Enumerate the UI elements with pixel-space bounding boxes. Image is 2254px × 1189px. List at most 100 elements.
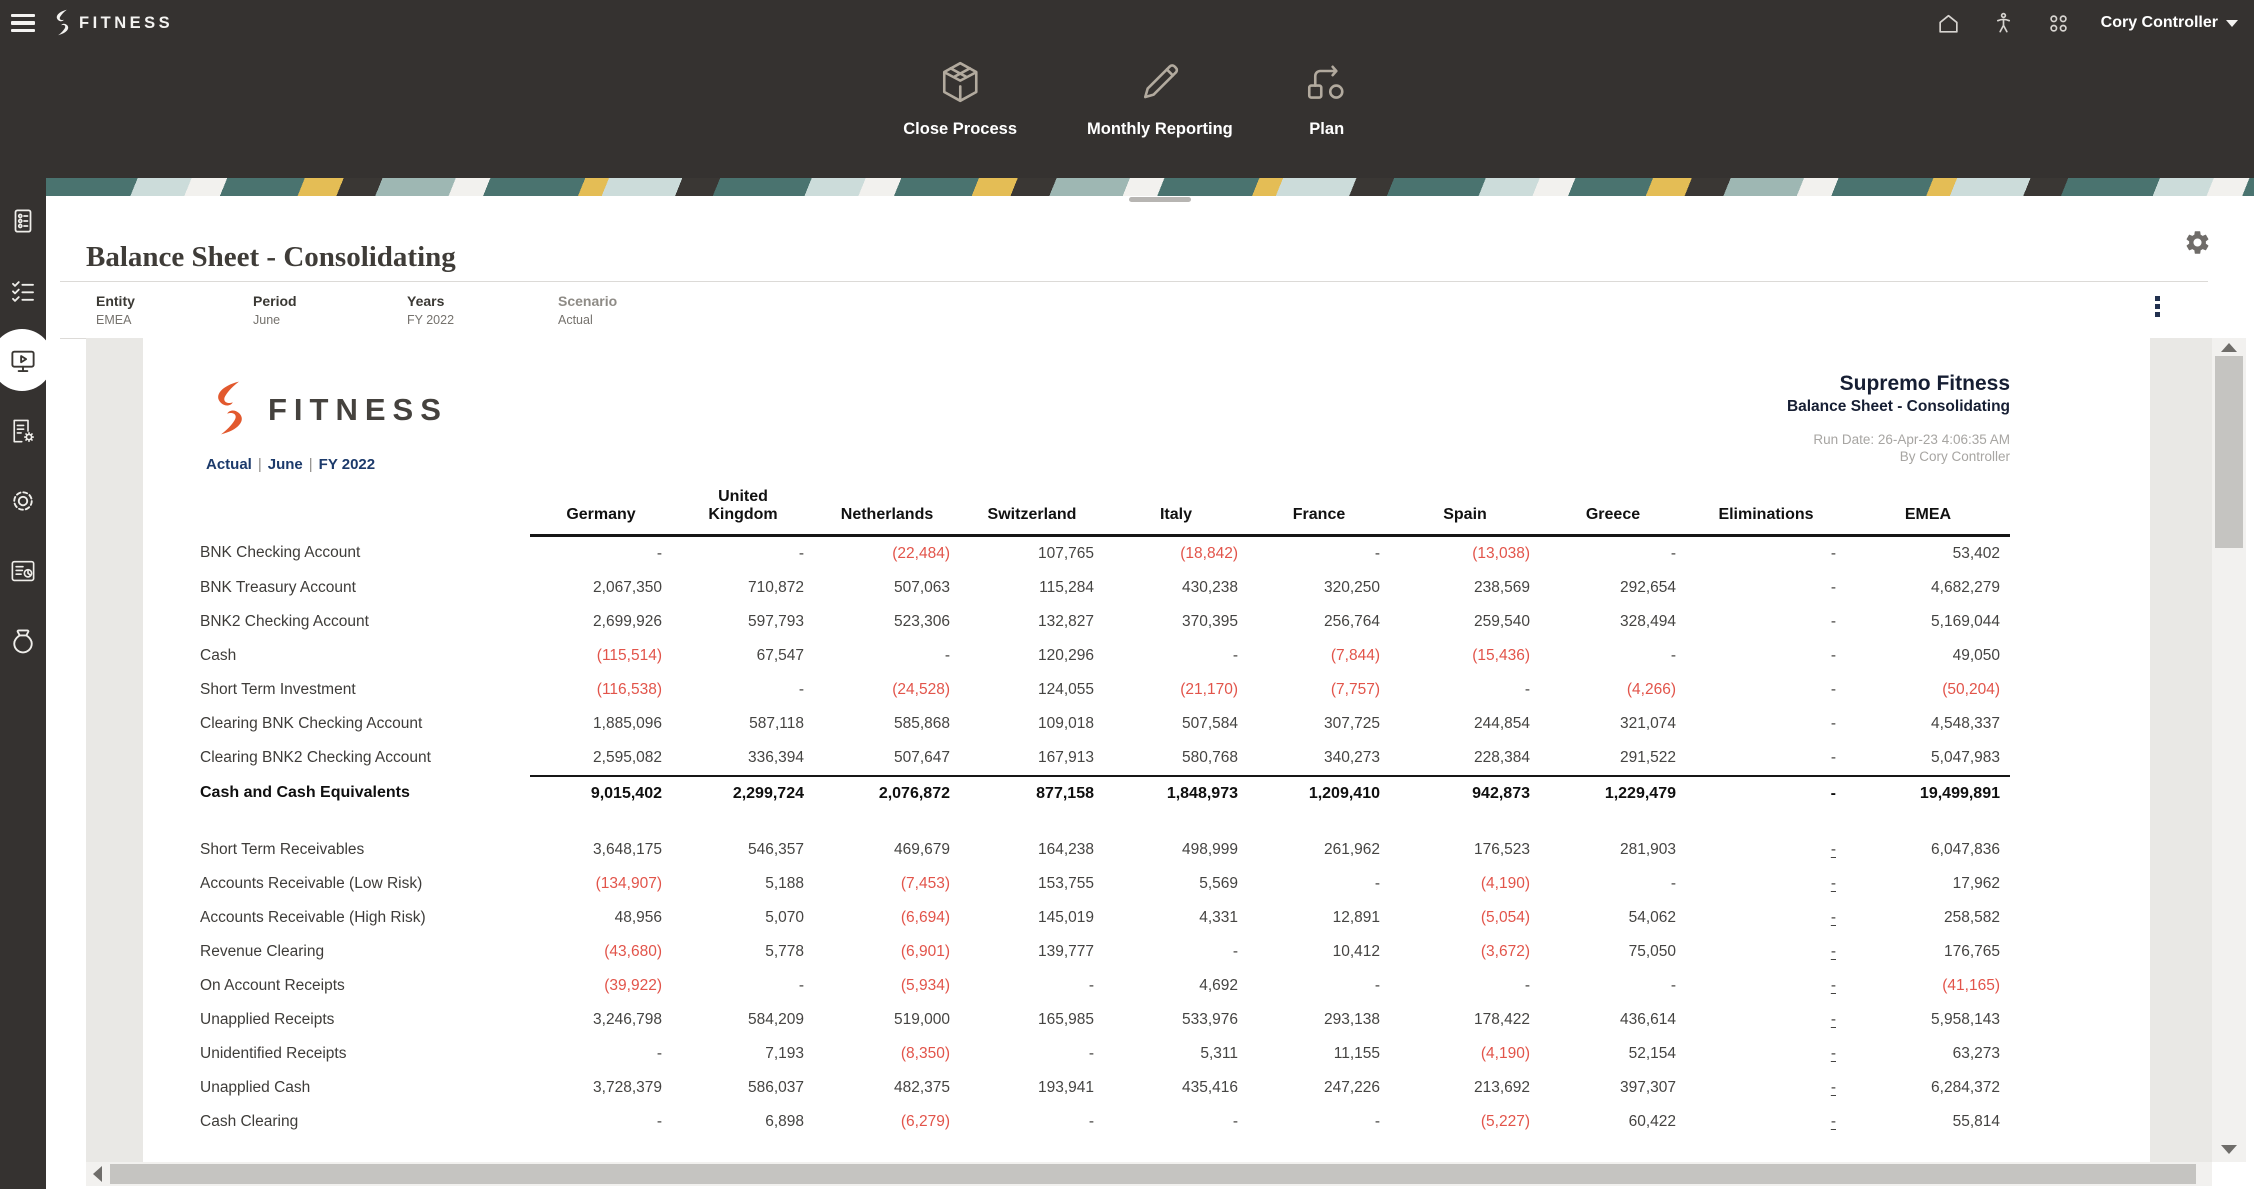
cell-spain: (4,190) [1390, 867, 1540, 901]
cell-france: (7,844) [1248, 639, 1390, 673]
cell-spain: 259,540 [1390, 605, 1540, 639]
report-chart-icon [8, 556, 38, 586]
cell-italy: 370,395 [1104, 605, 1248, 639]
column-header-greece: Greece [1540, 488, 1686, 535]
cell-eliminations: - [1686, 776, 1846, 811]
user-name: Cory Controller [2101, 14, 2218, 32]
sidebar-item-funds[interactable] [0, 606, 46, 676]
sidebar-item-task-list[interactable] [0, 256, 46, 326]
cell-eliminations[interactable]: - [1686, 969, 1846, 1003]
cell-germany: - [530, 1037, 672, 1071]
cell-eliminations[interactable]: - [1686, 867, 1846, 901]
table-row: Unapplied Receipts3,246,798584,209519,00… [200, 1003, 2010, 1037]
row-label: Clearing BNK Checking Account [200, 707, 530, 741]
pov-bar: Entity EMEAPeriod JuneYears FY 2022Scena… [60, 281, 2208, 339]
pov-dim-label: Period [253, 293, 407, 309]
pov-dim-scenario[interactable]: Scenario Actual [558, 293, 858, 327]
pov-dim-value: FY 2022 [407, 313, 558, 327]
cell-eliminations[interactable]: - [1686, 1003, 1846, 1037]
nav-close-process[interactable]: Close Process [903, 58, 1017, 139]
cell-france: 261,962 [1248, 833, 1390, 867]
cell-eliminations[interactable]: - [1686, 833, 1846, 867]
cell-italy: 580,768 [1104, 741, 1248, 776]
column-header-united-kingdom: United Kingdom [672, 488, 814, 535]
cell-germany: 48,956 [530, 901, 672, 935]
nav-monthly-reporting[interactable]: Monthly Reporting [1087, 58, 1233, 139]
cell-italy: 4,692 [1104, 969, 1248, 1003]
cube-icon [936, 58, 984, 106]
report-run-by: By Cory Controller [1787, 449, 2010, 464]
cell-france: 247,226 [1248, 1071, 1390, 1105]
vertical-scroll-thumb[interactable] [2215, 356, 2243, 548]
sidebar-item-process-status[interactable] [0, 186, 46, 256]
doc-gear-icon [8, 416, 38, 446]
cell-eliminations[interactable]: - [1686, 935, 1846, 969]
hamburger-menu-icon[interactable] [11, 14, 35, 32]
cell-switzerland: - [960, 1037, 1104, 1071]
horizontal-scrollbar[interactable] [86, 1162, 2212, 1186]
scroll-left-arrow-icon[interactable] [93, 1166, 102, 1182]
pov-dim-years[interactable]: Years FY 2022 [407, 293, 558, 327]
cell-france: 10,412 [1248, 935, 1390, 969]
cell-france: 293,138 [1248, 1003, 1390, 1037]
cell-united-kingdom: 587,118 [672, 707, 814, 741]
cell-switzerland: 165,985 [960, 1003, 1104, 1037]
cell-eliminations: - [1686, 707, 1846, 741]
vertical-scrollbar[interactable] [2212, 338, 2246, 1162]
cell-switzerland: 167,913 [960, 741, 1104, 776]
cell-greece: 54,062 [1540, 901, 1686, 935]
table-row: BNK Checking Account--(22,484)107,765(18… [200, 535, 2010, 571]
pov-dim-period[interactable]: Period June [253, 293, 407, 327]
pov-kebab-menu-icon[interactable] [2150, 296, 2164, 317]
accessibility-icon[interactable] [1991, 11, 2016, 36]
apps-waffle-icon[interactable] [2046, 11, 2071, 36]
cell-netherlands: 585,868 [814, 707, 960, 741]
sidebar-item-settings[interactable] [0, 466, 46, 536]
cell-eliminations[interactable]: - [1686, 1105, 1846, 1139]
brand-logo: FITNESS [49, 9, 173, 38]
cell-france: 307,725 [1248, 707, 1390, 741]
sidebar-item-reports[interactable] [0, 536, 46, 606]
home-icon[interactable] [1936, 11, 1961, 36]
cell-italy: 533,976 [1104, 1003, 1248, 1037]
collapse-handle[interactable] [1129, 197, 1191, 202]
scroll-down-arrow-icon[interactable] [2221, 1145, 2237, 1154]
cell-emea: 5,169,044 [1846, 605, 2010, 639]
cell-eliminations[interactable]: - [1686, 1037, 1846, 1071]
nav-plan[interactable]: Plan [1303, 58, 1351, 139]
cell-eliminations[interactable]: - [1686, 901, 1846, 935]
settings-gear-icon [8, 486, 38, 516]
page-settings-gear-icon[interactable] [2184, 229, 2211, 256]
cell-switzerland: 120,296 [960, 639, 1104, 673]
cell-emea: 5,958,143 [1846, 1003, 2010, 1037]
pencil-icon [1136, 58, 1184, 106]
table-row: Accounts Receivable (High Risk)48,9565,0… [200, 901, 2010, 935]
cell-emea: 6,284,372 [1846, 1071, 2010, 1105]
cell-netherlands: (7,453) [814, 867, 960, 901]
cell-greece: 281,903 [1540, 833, 1686, 867]
cell-italy: 5,311 [1104, 1037, 1248, 1071]
cell-greece: 291,522 [1540, 741, 1686, 776]
cell-emea: (50,204) [1846, 673, 2010, 707]
cell-united-kingdom: 67,547 [672, 639, 814, 673]
sidebar-item-document-settings[interactable] [0, 396, 46, 466]
cell-france: 1,209,410 [1248, 776, 1390, 811]
user-menu[interactable]: Cory Controller [2101, 14, 2238, 32]
row-label: Unidentified Receipts [200, 1037, 530, 1071]
brand-s-icon [49, 9, 76, 38]
cell-eliminations: - [1686, 639, 1846, 673]
sidebar-item-media-monitor[interactable] [0, 326, 46, 396]
cell-germany: 1,885,096 [530, 707, 672, 741]
column-header-france: France [1248, 488, 1390, 535]
horizontal-scroll-thumb[interactable] [110, 1164, 2196, 1184]
pov-dim-value: EMEA [96, 313, 253, 327]
pov-dim-entity[interactable]: Entity EMEA [96, 293, 253, 327]
cell-netherlands: 507,647 [814, 741, 960, 776]
cell-greece: 52,154 [1540, 1037, 1686, 1071]
cell-netherlands: 469,679 [814, 833, 960, 867]
cell-spain: 176,523 [1390, 833, 1540, 867]
cell-eliminations[interactable]: - [1686, 1071, 1846, 1105]
cell-spain: (5,054) [1390, 901, 1540, 935]
scroll-up-arrow-icon[interactable] [2221, 343, 2237, 352]
cell-germany: (39,922) [530, 969, 672, 1003]
